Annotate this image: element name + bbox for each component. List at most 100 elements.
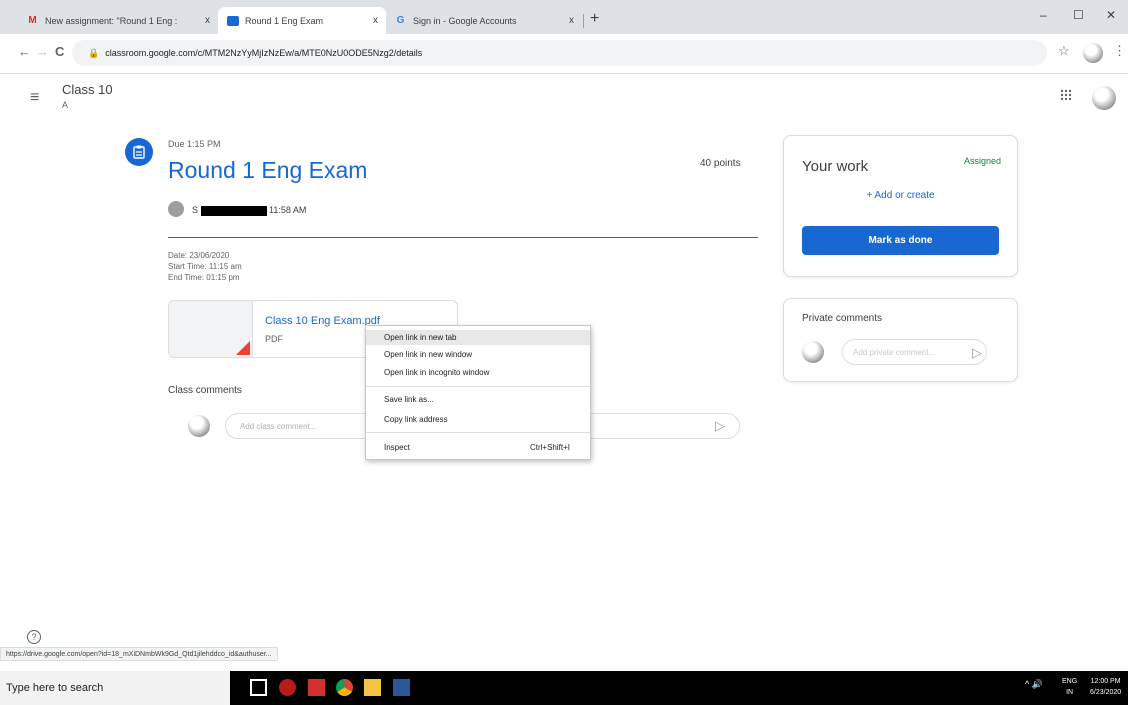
mark-as-done-button[interactable]: Mark as done <box>802 226 999 255</box>
close-tab-icon[interactable]: x <box>205 15 210 26</box>
screen: M New assignment: "Round 1 Eng : x Round… <box>0 0 1128 705</box>
region-code: IN <box>1066 689 1074 696</box>
close-tab-icon[interactable]: x <box>569 15 574 26</box>
lock-icon: 🔒 <box>88 47 100 58</box>
tab-gmail[interactable]: M New assignment: "Round 1 Eng : x <box>18 7 218 34</box>
context-menu: Open link in new tab Open link in new wi… <box>365 325 591 460</box>
tab-google-signin[interactable]: G Sign in - Google Accounts x <box>386 7 582 34</box>
commenter-avatar <box>188 415 210 437</box>
private-comments-title: Private comments <box>802 313 883 324</box>
private-comments-card: Private comments Add private comment... … <box>783 298 1018 382</box>
menu-item-inspect[interactable]: Inspect Ctrl+Shift+I <box>366 440 590 455</box>
commenter-avatar <box>802 341 824 363</box>
system-clock[interactable]: 12:00 PM 6/23/2020 <box>1090 676 1121 698</box>
add-or-create-button[interactable]: + Add or create <box>784 190 1017 201</box>
detail-end-time: End Time: 01:15 pm <box>168 273 240 282</box>
menu-item-label: Save link as... <box>384 395 434 404</box>
menu-item-label: Open link in new tab <box>384 333 457 342</box>
send-icon[interactable]: ▷ <box>715 418 725 434</box>
assignment-title: Round 1 Eng Exam <box>168 157 368 183</box>
maximize-button[interactable]: ☐ <box>1073 8 1084 22</box>
tab-title: Round 1 Eng Exam <box>245 15 324 26</box>
menu-shortcut: Ctrl+Shift+I <box>529 443 570 452</box>
assignment-details: Date: 23/06/2020 Start Time: 11:15 am En… <box>168 250 242 283</box>
attachment-link[interactable]: Class 10 Eng Exam.pdf <box>265 315 380 327</box>
system-tray-icons[interactable]: ^ 🔊 <box>1025 679 1043 690</box>
author-initial: S <box>192 205 199 215</box>
menu-item-open-new-window[interactable]: Open link in new window <box>366 347 590 362</box>
reload-button[interactable]: C <box>55 44 64 59</box>
clock-date: 6/23/2020 <box>1090 689 1122 696</box>
language-code: ENG <box>1062 678 1078 685</box>
menu-item-label: Copy link address <box>384 415 448 424</box>
posted-time: 11:58 AM <box>269 205 307 215</box>
attachment-type: PDF <box>265 334 283 344</box>
detail-date: Date: 23/06/2020 <box>168 251 230 260</box>
author-avatar <box>168 201 184 217</box>
minimize-button[interactable]: – <box>1040 8 1047 22</box>
browser-toolbar: ← → C 🔒 classroom.google.com/c/MTM2NzYyM… <box>0 34 1128 74</box>
menu-item-copy-link[interactable]: Copy link address <box>366 412 590 427</box>
language-indicator[interactable]: ENG IN <box>1062 676 1077 698</box>
pdf-icon <box>236 341 250 355</box>
assignment-icon <box>125 138 153 166</box>
private-comment-input[interactable]: Add private comment... <box>842 339 987 365</box>
google-icon: G <box>396 15 405 26</box>
tab-strip: M New assignment: "Round 1 Eng : x Round… <box>0 0 1128 34</box>
classroom-icon <box>226 15 239 26</box>
menu-item-label: Inspect <box>384 443 410 452</box>
red-app-icon[interactable] <box>308 679 325 696</box>
clipboard-icon <box>133 145 145 159</box>
address-bar[interactable]: 🔒 classroom.google.com/c/MTM2NzYyMjIzNzE… <box>72 40 1047 66</box>
gmail-icon: M <box>28 15 37 26</box>
tab-title: Sign in - Google Accounts <box>413 15 517 26</box>
send-icon[interactable]: ▷ <box>972 345 982 361</box>
file-explorer-icon[interactable] <box>364 679 381 696</box>
menu-separator <box>366 432 590 433</box>
profile-avatar[interactable] <box>1083 43 1103 63</box>
browser-menu-icon[interactable]: ⋮ <box>1113 43 1126 59</box>
grid-icon <box>1060 89 1072 101</box>
close-tab-icon[interactable]: x <box>373 15 378 26</box>
help-icon[interactable]: ? <box>27 630 41 644</box>
your-work-card: Your work Assigned + Add or create Mark … <box>783 135 1018 277</box>
menu-separator <box>366 386 590 387</box>
google-apps-icon[interactable] <box>1060 88 1072 104</box>
menu-item-open-new-tab[interactable]: Open link in new tab <box>366 330 590 345</box>
menu-item-label: Open link in incognito window <box>384 368 490 377</box>
menu-item-save-link[interactable]: Save link as... <box>366 392 590 407</box>
class-section: A <box>62 100 69 110</box>
due-time: Due 1:15 PM <box>168 139 221 149</box>
author-line: S 11:58 AM <box>192 205 306 216</box>
tab-separator <box>583 14 584 28</box>
back-button[interactable]: ← <box>18 44 31 59</box>
taskbar-search-box[interactable]: Type here to search <box>0 671 230 705</box>
classroom-header: ≡ Class 10 A <box>0 74 1128 118</box>
url-text: classroom.google.com/c/MTM2NzYyMjIzNzEw/… <box>105 48 423 58</box>
status-bar-url: https://drive.google.com/open?id=18_mXiD… <box>0 647 278 661</box>
tab-title: New assignment: "Round 1 Eng : <box>45 15 178 26</box>
points: 40 points <box>700 158 741 169</box>
clock-time: 12:00 PM <box>1090 678 1121 685</box>
chrome-icon[interactable] <box>336 679 353 696</box>
tab-classroom[interactable]: Round 1 Eng Exam x <box>218 7 386 34</box>
spider-app-icon[interactable] <box>279 679 296 696</box>
forward-button[interactable]: → <box>36 44 49 59</box>
word-icon[interactable] <box>393 679 410 696</box>
taskbar: Type here to search ^ 🔊 ENG IN 12:00 PM … <box>0 671 1128 705</box>
menu-item-label: Open link in new window <box>384 350 473 359</box>
close-window-button[interactable]: ✕ <box>1106 8 1116 22</box>
new-tab-button[interactable]: + <box>590 10 599 28</box>
task-view-icon[interactable] <box>250 679 267 696</box>
account-avatar[interactable] <box>1092 86 1116 110</box>
your-work-title: Your work <box>802 158 869 175</box>
redacted-name <box>201 205 268 216</box>
pdf-thumbnail <box>169 301 253 357</box>
detail-start-time: Start Time: 11:15 am <box>168 262 242 271</box>
bookmark-star-icon[interactable]: ☆ <box>1058 43 1070 59</box>
hamburger-menu-icon[interactable]: ≡ <box>30 89 39 107</box>
menu-item-open-incognito[interactable]: Open link in incognito window <box>366 365 590 380</box>
divider <box>168 237 758 238</box>
class-name[interactable]: Class 10 <box>62 82 113 97</box>
class-comments-label: Class comments <box>168 385 242 396</box>
